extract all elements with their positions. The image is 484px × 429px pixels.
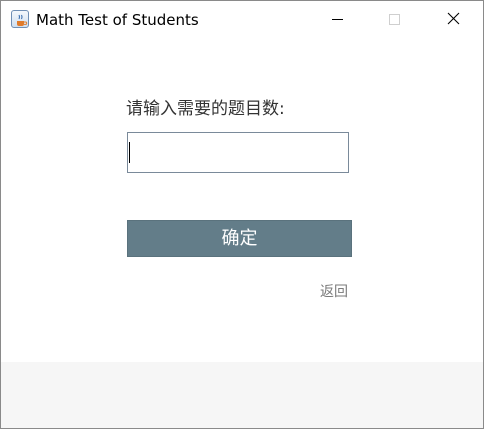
close-icon <box>447 12 460 25</box>
question-count-label: 请输入需要的题目数: <box>126 99 285 119</box>
minimize-icon <box>332 19 343 20</box>
maximize-icon <box>389 14 400 25</box>
text-caret <box>129 142 130 163</box>
close-button[interactable] <box>430 1 476 37</box>
question-count-input[interactable] <box>127 132 349 173</box>
footer-area <box>1 362 483 428</box>
back-link[interactable]: 返回 <box>320 283 348 301</box>
minimize-button[interactable] <box>314 1 360 37</box>
window-title: Math Test of Students <box>36 11 199 29</box>
confirm-button[interactable]: 确定 <box>127 220 352 257</box>
app-window: Math Test of Students 请输入需要的题目数: 确定 返回 <box>0 0 484 429</box>
maximize-button[interactable] <box>371 1 417 37</box>
java-cup-icon <box>11 10 29 28</box>
title-bar[interactable]: Math Test of Students <box>1 1 483 37</box>
